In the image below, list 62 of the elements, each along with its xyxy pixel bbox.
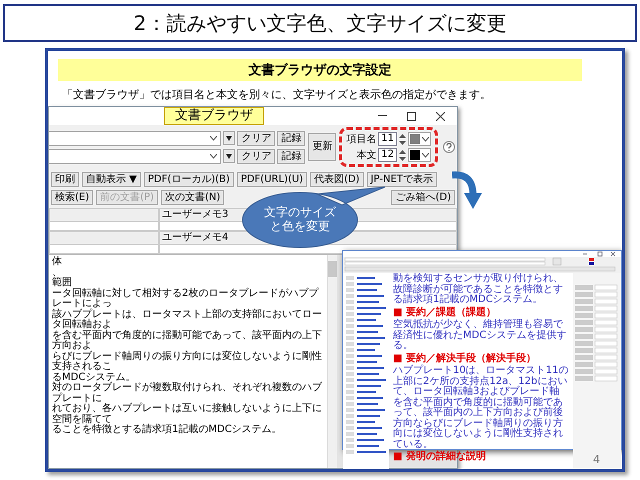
document-text-line: れており、各ハブプレートは互いに接触しないように上下に空間を隔てて <box>52 404 323 424</box>
memo-field[interactable] <box>49 245 159 254</box>
minimize-icon[interactable] <box>378 115 387 117</box>
section-heading: ■ 要約／課題（課題） <box>393 308 497 318</box>
close-icon[interactable] <box>436 112 445 120</box>
toolbar-button[interactable]: 代表図(D) <box>310 172 364 187</box>
toolbar-button[interactable]: クリア <box>237 148 276 164</box>
body-text: 動を検知するセンサが取り付けられ、故障診断が可能であることを特徴とする請求項1記載のMDCシステム。 <box>393 274 564 306</box>
body-text: ハブプレート10は、ロータマスト11の上部に2ケ所の支持点12a、12bにおいて、ロータ回転軸3およびブレード軸を含む平面内で角度的に揺動可能であって、該平面内の上下方向および前後方向ならびにブレード軸周りの振り方向には変位しないように剛性支持されている。 <box>393 366 569 450</box>
toolbar-button[interactable]: PDF(ローカル)(B) <box>144 172 234 187</box>
toolbar-button[interactable]: 検索(E) <box>51 190 94 205</box>
document-text-line: ータ回転軸に対して相対する2枚のロータブレードがハブプレートによっ <box>52 288 320 309</box>
dropdown-button[interactable] <box>223 131 236 145</box>
document-text-line: を含む平面内で角度的に揺動可能であって、該平面内の上下方向およ <box>52 330 323 351</box>
document-text-line: 対のロータブレードが複数取付けられ、それぞれ複数のハブプレートに <box>52 383 323 404</box>
toolbar-button[interactable]: JP-NETで表示 <box>366 172 437 187</box>
toolbar-button[interactable]: 自動表示 ▼ <box>82 172 141 187</box>
size-field[interactable]: 11 <box>378 132 397 146</box>
document-text-line: らびにブレード軸周りの振り方向には変位しないように剛性支持されるこ <box>52 352 323 372</box>
triangle-icon <box>226 154 232 158</box>
document-text-line: 範囲 <box>52 278 72 288</box>
body-text: 空気抵抗が少なく、維持管理も容易で経済性に優れたMDCシステムを提供する。 <box>393 320 568 352</box>
trash-button[interactable]: ごみ箱へ(D) <box>391 190 455 205</box>
curved-arrow <box>452 171 482 209</box>
section-heading: ■ 要約／解決手段（解決手段） <box>393 354 537 364</box>
dropdown-button[interactable] <box>223 149 236 163</box>
document-text-line: るMDCシステム。 <box>52 372 136 382</box>
dropdown-caret-icon[interactable] <box>210 154 218 158</box>
toolbar-button[interactable]: PDF(URL)(U) <box>236 172 308 187</box>
slide-title: 2：読みやすい文字色、文字サイズに変更 <box>3 4 637 42</box>
toolbar-button[interactable]: 次の文書(N) <box>160 190 224 205</box>
document-text-line: 、 <box>52 268 62 278</box>
description-text: 「文書ブラウザ」では項目名と本文を別々に、文字サイズと表示色の指定ができます。 <box>62 87 492 102</box>
spinner-icon[interactable] <box>399 150 406 160</box>
banner: 文書ブラウザの文字設定 <box>58 59 582 81</box>
document-text-line: ることを特徴とする請求項1記載のMDCシステム。 <box>52 425 283 436</box>
page-number: 4 <box>593 453 600 466</box>
search-combo-field[interactable] <box>49 130 222 146</box>
dropdown-caret-icon[interactable] <box>210 136 218 140</box>
toolbar-button[interactable]: 記録 <box>277 148 306 164</box>
dropdown-caret-icon[interactable] <box>422 152 429 158</box>
toolbar-button[interactable]: 印刷 <box>51 172 79 187</box>
window-title: 文書ブラウザ <box>164 107 264 125</box>
triangle-icon <box>226 136 232 140</box>
color-picker[interactable] <box>408 148 431 162</box>
document-text-line: 体 <box>52 257 63 268</box>
toolbar-button[interactable]: 記録 <box>277 130 306 146</box>
spinner-icon[interactable] <box>399 134 406 144</box>
help-icon[interactable] <box>443 141 455 153</box>
memo-field[interactable] <box>49 222 159 231</box>
document-text-line: 該ハブプレートは、ロータマスト上部の支持部においてロータ回転軸およ <box>52 310 323 330</box>
update-button[interactable]: 更新 <box>308 133 336 161</box>
setting-label: 項目名 <box>346 133 376 146</box>
size-field[interactable]: 12 <box>378 148 397 162</box>
section-heading: ■ 発明の詳細な説明 <box>393 452 487 462</box>
dropdown-caret-icon[interactable] <box>422 136 429 142</box>
scrollbar[interactable] <box>327 255 337 468</box>
maximize-icon[interactable] <box>407 112 416 120</box>
search-combo-field[interactable] <box>49 148 222 164</box>
toolbar-button[interactable]: クリア <box>237 130 276 146</box>
setting-label: 本文 <box>355 148 376 162</box>
color-picker[interactable] <box>408 132 431 146</box>
